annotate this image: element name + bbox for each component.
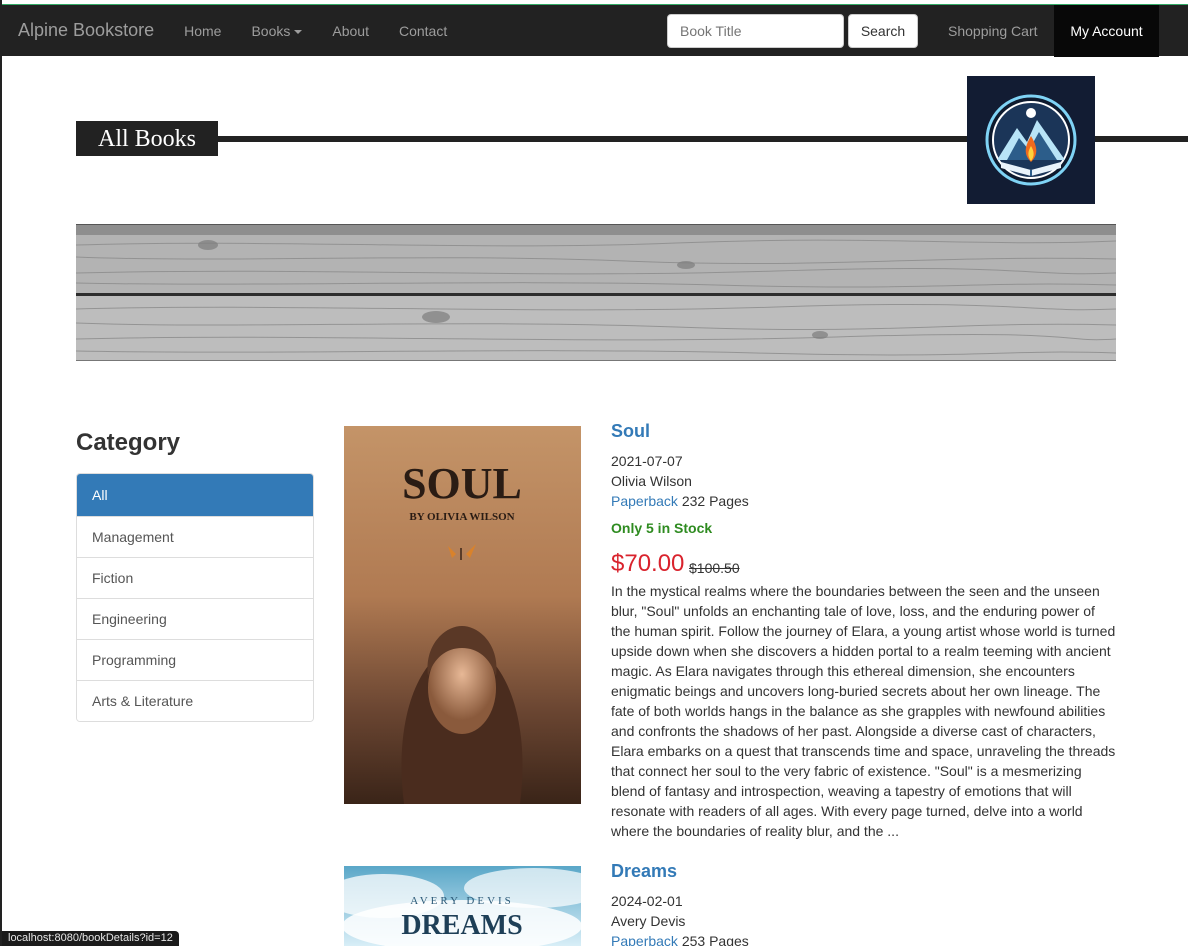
cover-author-text-2: AVERY DEVIS	[410, 895, 514, 907]
store-logo	[967, 76, 1095, 204]
nav-books-dropdown[interactable]: Books	[236, 5, 317, 57]
category-list: All Management Fiction Engineering Progr…	[76, 473, 314, 722]
book-date: 2021-07-07	[611, 453, 683, 469]
category-item-engineering[interactable]: Engineering	[77, 598, 313, 639]
book-price: $70.00	[611, 550, 685, 577]
browser-window: Alpine Bookstore Home Books About Contac…	[0, 0, 1188, 946]
book-pages-2: 253 Pages	[681, 933, 749, 946]
page-title: All Books	[76, 121, 218, 156]
nav-shopping-cart[interactable]: Shopping Cart	[933, 5, 1053, 57]
nav-my-account[interactable]: My Account	[1054, 5, 1159, 57]
wood-banner	[76, 224, 1116, 361]
nav-contact[interactable]: Contact	[384, 5, 462, 57]
category-item-fiction[interactable]: Fiction	[77, 557, 313, 598]
book-cover-soul[interactable]: SOUL BY OLIVIA WILSON	[344, 426, 581, 804]
cover-author-text: BY OLIVIA WILSON	[409, 511, 514, 523]
brand-link[interactable]: Alpine Bookstore	[3, 20, 169, 41]
book-description: In the mystical realms where the boundar…	[611, 583, 1116, 839]
book-title-link[interactable]: Soul	[611, 421, 650, 442]
book-format-pages: Paperback 232 Pages	[611, 491, 749, 511]
book-format-link-2[interactable]: Paperback	[611, 933, 678, 946]
category-item-management[interactable]: Management	[77, 516, 313, 557]
book-cover-dreams[interactable]: AVERY DEVIS DREAMS	[344, 866, 581, 946]
book-old-price: $100.50	[689, 560, 740, 576]
link-status-bar: localhost:8080/bookDetails?id=12	[2, 931, 179, 946]
caret-down-icon	[294, 29, 303, 34]
category-title: Category	[76, 429, 181, 456]
nav-about[interactable]: About	[317, 5, 384, 57]
navbar: Alpine Bookstore Home Books About Contac…	[2, 4, 1188, 57]
book-format-link[interactable]: Paperback	[611, 493, 678, 509]
category-item-all[interactable]: All	[77, 474, 313, 516]
book-pages: 232 Pages	[681, 493, 749, 509]
book-author-2: Avery Devis	[611, 913, 686, 929]
book-date-2: 2024-02-01	[611, 893, 683, 909]
category-item-programming[interactable]: Programming	[77, 639, 313, 680]
nav-home[interactable]: Home	[169, 5, 236, 57]
search-input[interactable]	[667, 14, 844, 48]
category-item-arts-literature[interactable]: Arts & Literature	[77, 680, 313, 721]
cover-title-text: SOUL	[402, 459, 522, 508]
stock-status: Only 5 in Stock	[611, 520, 713, 536]
nav-books-label: Books	[251, 22, 291, 39]
search-button[interactable]: Search	[848, 14, 918, 48]
book-title-link-2[interactable]: Dreams	[611, 861, 677, 882]
book-author: Olivia Wilson	[611, 473, 692, 489]
book-format-pages-2: Paperback 253 Pages	[611, 931, 749, 946]
cover-title-text-2: DREAMS	[401, 910, 522, 941]
